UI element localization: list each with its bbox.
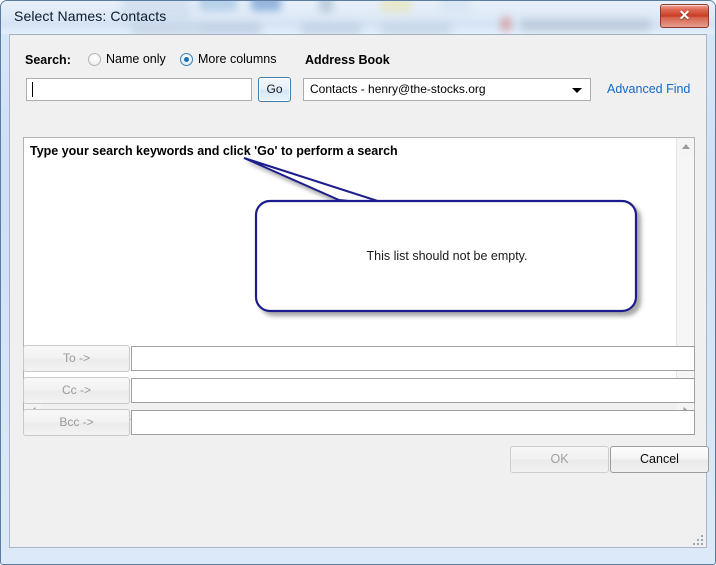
cc-button[interactable]: Cc -> bbox=[23, 377, 130, 404]
title-bar: Select Names: Contacts ✕ bbox=[1, 1, 715, 34]
radio-name-only-label: Name only bbox=[106, 52, 166, 66]
scroll-up-icon[interactable] bbox=[677, 138, 694, 155]
cancel-button[interactable]: Cancel bbox=[610, 446, 709, 473]
address-book-selected-value: Contacts - henry@the-stocks.org bbox=[310, 82, 486, 96]
to-field[interactable] bbox=[131, 346, 695, 371]
bcc-button[interactable]: Bcc -> bbox=[23, 409, 130, 436]
chevron-down-icon bbox=[572, 88, 582, 93]
window-title: Select Names: Contacts bbox=[14, 8, 167, 24]
select-names-dialog: Select Names: Contacts ✕ Search: Name on… bbox=[0, 0, 716, 565]
radio-name-only-icon bbox=[88, 52, 101, 66]
radio-more-columns[interactable]: More columns bbox=[180, 52, 277, 66]
search-input[interactable] bbox=[26, 78, 252, 101]
ok-button[interactable]: OK bbox=[510, 446, 609, 473]
resize-grip[interactable] bbox=[690, 532, 703, 545]
dialog-body: Search: Name only More columns Address B… bbox=[9, 34, 709, 548]
address-book-label: Address Book bbox=[305, 53, 390, 67]
close-icon: ✕ bbox=[678, 7, 691, 23]
cc-field[interactable] bbox=[131, 378, 695, 403]
text-caret bbox=[32, 82, 33, 97]
close-button[interactable]: ✕ bbox=[660, 4, 709, 28]
list-empty-hint: Type your search keywords and click 'Go'… bbox=[30, 144, 398, 158]
radio-name-only[interactable]: Name only bbox=[88, 52, 166, 66]
search-label: Search: bbox=[25, 53, 71, 67]
advanced-find-link[interactable]: Advanced Find bbox=[607, 82, 690, 96]
radio-more-columns-label: More columns bbox=[198, 52, 277, 66]
radio-more-columns-icon bbox=[180, 52, 193, 66]
go-button[interactable]: Go bbox=[258, 77, 291, 102]
to-button[interactable]: To -> bbox=[23, 345, 130, 372]
bcc-field[interactable] bbox=[131, 410, 695, 435]
address-book-select[interactable]: Contacts - henry@the-stocks.org bbox=[303, 78, 591, 101]
